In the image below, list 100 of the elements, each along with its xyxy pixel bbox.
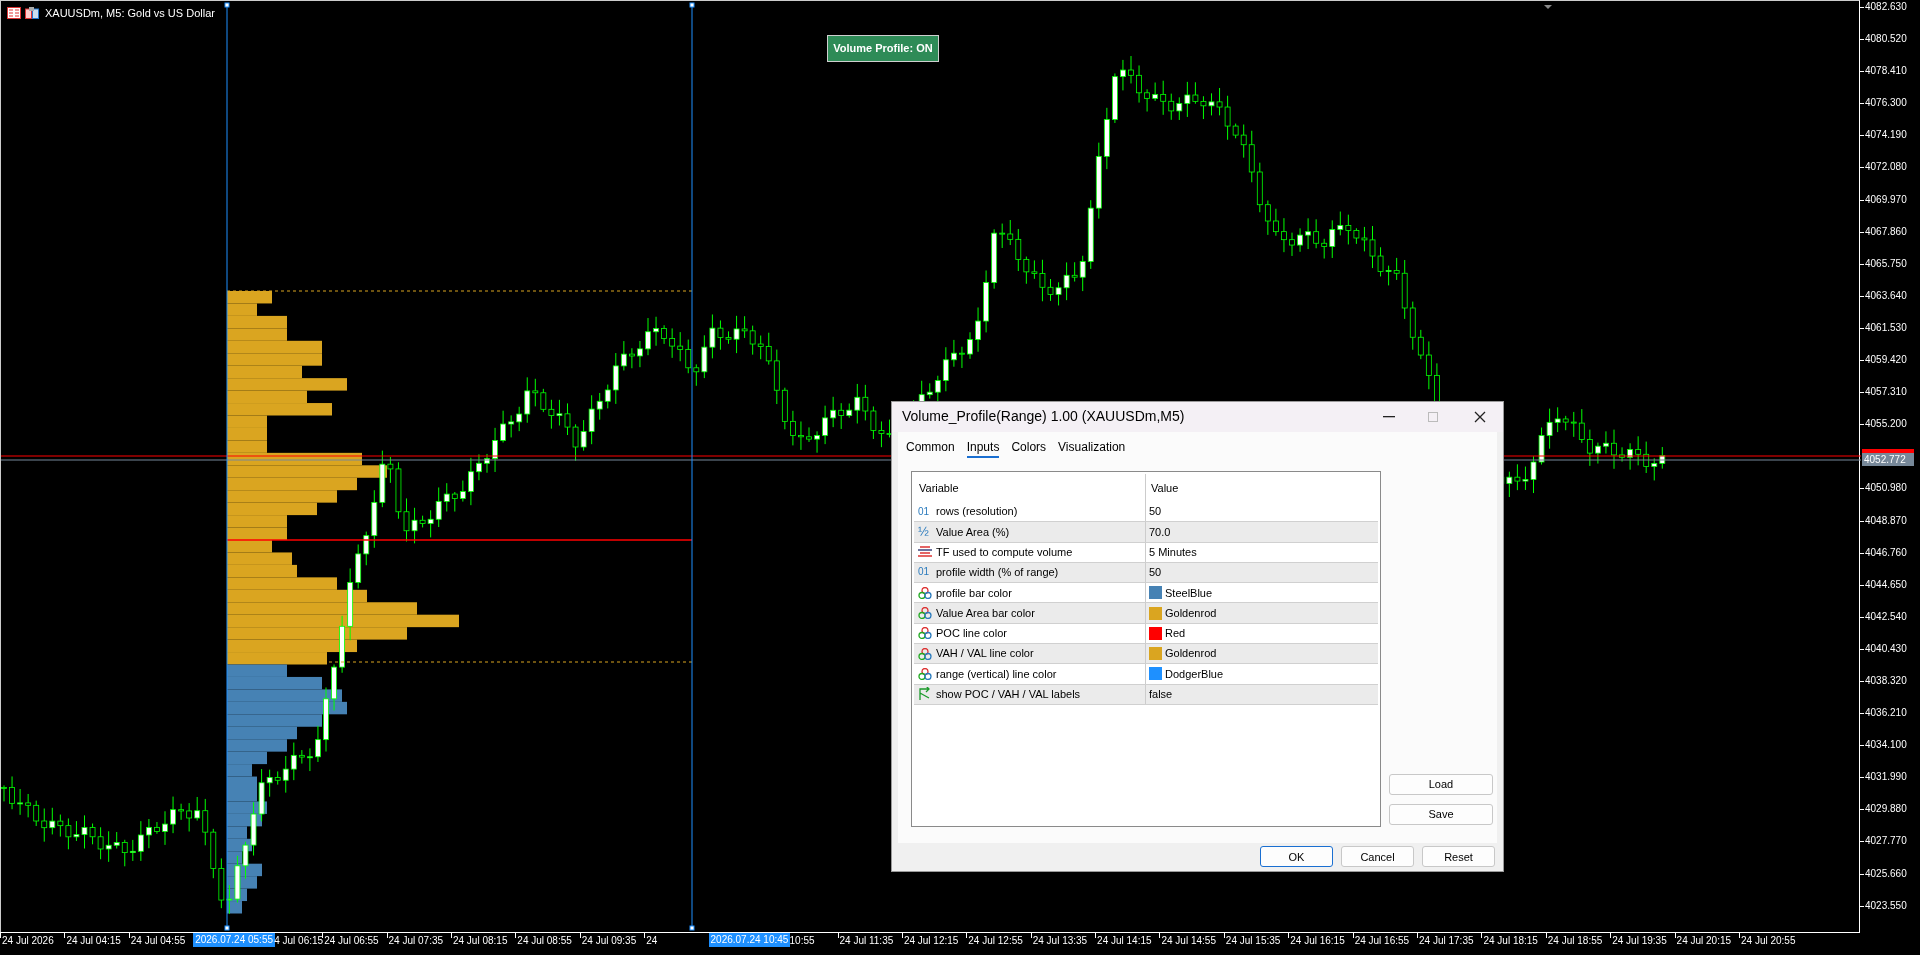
column-header: Variable	[914, 473, 1146, 502]
fraction-icon: ½	[918, 525, 934, 539]
value-cell[interactable]: 50	[1149, 503, 1162, 520]
side-button[interactable]: Load	[1389, 773, 1493, 795]
price-label: 4038.320	[1865, 673, 1907, 688]
dialog-button[interactable]: Cancel	[1341, 846, 1414, 868]
time-label: 24 Jul 09:35	[581, 934, 637, 948]
value-cell[interactable]: SteelBlue	[1165, 584, 1213, 601]
value-cell[interactable]: Goldenrod	[1165, 604, 1217, 622]
variable-cell-text: Value Area bar color	[936, 605, 1035, 621]
dialog-tab[interactable]: Visualization	[1058, 437, 1126, 458]
price-label: 4044.650	[1865, 577, 1907, 592]
time-label: 24 Jul 08:15	[452, 934, 508, 948]
time-label: 24 Jul 06:55	[324, 934, 379, 948]
list-icon	[918, 546, 932, 559]
price-label: 4029.880	[1865, 802, 1907, 817]
chart-icon	[25, 7, 39, 20]
variable-cell-text: VAH / VAL line color	[936, 646, 1034, 662]
price-label: 4046.760	[1865, 545, 1907, 560]
variable-cell-text: profile width (% of range)	[936, 565, 1059, 581]
price-label: 4042.540	[1865, 609, 1907, 624]
dialog-tab[interactable]: Common	[906, 437, 955, 458]
current-price-label: 4052.772	[1862, 453, 1914, 467]
value-cell[interactable]: Goldenrod	[1165, 645, 1217, 662]
minimize-icon[interactable]	[1383, 415, 1395, 418]
price-label: 4031.990	[1865, 770, 1907, 785]
dialog-button[interactable]: Reset	[1422, 846, 1495, 868]
price-label: 4034.100	[1865, 738, 1907, 753]
variable-cell-text: Value Area (%)	[936, 524, 1010, 540]
time-label: 24 Jul 2026	[2, 934, 54, 948]
price-label: 4065.750	[1865, 256, 1907, 271]
value-cell[interactable]: 70.0	[1149, 523, 1171, 541]
maximize-icon	[1428, 411, 1438, 422]
column-header: Value	[1150, 480, 1180, 496]
variable-cell-text: POC line color	[936, 626, 1007, 642]
table-icon	[7, 7, 21, 20]
chart-title: XAUUSDm, M5: Gold vs US Dollar	[45, 6, 215, 21]
price-label: 4055.200	[1865, 417, 1907, 432]
time-label: 24 Jul 12:55	[968, 934, 1023, 948]
time-label: 24 Jul 17:35	[1419, 934, 1474, 948]
volume-profile-toggle-button[interactable]: Volume Profile: ON	[827, 35, 939, 62]
variable-cell-text: rows (resolution)	[936, 504, 1018, 520]
branch-arrow-icon	[918, 687, 932, 702]
price-label: 4048.870	[1865, 513, 1907, 528]
dialog-button[interactable]: OK	[1260, 846, 1333, 868]
time-label: 10:55	[789, 934, 815, 948]
value-cell[interactable]: 50	[1149, 564, 1162, 581]
range-line[interactable]	[224, 2, 230, 931]
time-marker-label: 2026.07.24 10:45	[708, 933, 791, 947]
variable-cell-text: show POC / VAH / VAL labels	[936, 687, 1081, 702]
price-label: 4023.550	[1865, 898, 1907, 913]
triangle-marker-icon	[1544, 5, 1552, 9]
price-label: 4069.970	[1865, 192, 1907, 207]
price-label: 4040.430	[1865, 641, 1907, 656]
side-button[interactable]: Save	[1389, 803, 1493, 825]
time-label: 24 Jul 20:15	[1676, 934, 1732, 948]
palette-icon	[918, 647, 932, 660]
price-label: 4067.860	[1865, 224, 1907, 239]
time-label: 24 Jul 19:35	[1612, 934, 1667, 948]
time-label: 24 Jul 07:35	[388, 934, 444, 948]
close-icon[interactable]	[1474, 410, 1486, 423]
variable-cell-text: profile bar color	[936, 585, 1012, 601]
price-label: 4063.640	[1865, 288, 1907, 303]
dialog-tab[interactable]: Inputs	[966, 437, 1000, 458]
time-label: 24 Jul 14:15	[1097, 934, 1152, 948]
time-label: 24 Jul 12:15	[903, 934, 959, 948]
price-label: 4074.190	[1865, 128, 1907, 143]
price-label: 4080.520	[1865, 32, 1907, 47]
value-cell[interactable]: Red	[1165, 625, 1186, 642]
dialog-tab[interactable]: Colors	[1011, 437, 1047, 458]
variable-cell-text: TF used to compute volume	[936, 544, 1073, 560]
palette-icon	[918, 627, 932, 640]
value-cell[interactable]: false	[1149, 686, 1173, 703]
time-label: 24 Jul 18:55	[1547, 934, 1603, 948]
palette-icon	[918, 586, 932, 599]
integer-icon: 01	[918, 567, 934, 578]
value-cell[interactable]: 5 Minutes	[1149, 543, 1197, 561]
price-label: 4025.660	[1865, 866, 1907, 881]
palette-icon	[918, 667, 932, 680]
value-cell[interactable]: DodgerBlue	[1165, 665, 1224, 683]
time-label: 24 Jul 04:55	[130, 934, 186, 948]
time-label: 24 Jul 11:35	[839, 934, 894, 948]
price-label: 4057.310	[1865, 385, 1907, 400]
price-label: 4076.300	[1865, 96, 1907, 111]
time-label: 24 Jul 18:15	[1483, 934, 1538, 948]
ask-price-marker	[1862, 449, 1914, 454]
price-label: 4082.630	[1865, 0, 1907, 14]
time-label: 24	[646, 934, 658, 948]
time-label: 24 Jul 16:55	[1354, 934, 1410, 948]
price-label: 4050.980	[1865, 481, 1907, 496]
time-label: 24 Jul 16:15	[1290, 934, 1345, 948]
time-label: 24 Jul 14:55	[1161, 934, 1216, 948]
time-label: 24 Jul 13:35	[1032, 934, 1088, 948]
price-label: 4036.210	[1865, 706, 1907, 721]
price-label: 4059.420	[1865, 353, 1907, 368]
time-label: 24 Jul 15:35	[1225, 934, 1281, 948]
price-label: 4061.530	[1865, 320, 1907, 335]
dialog-title: Volume_Profile(Range) 1.00 (XAUUSDm,M5)	[902, 407, 1186, 427]
price-label: 4072.080	[1865, 160, 1907, 175]
integer-icon: 01	[918, 506, 934, 517]
